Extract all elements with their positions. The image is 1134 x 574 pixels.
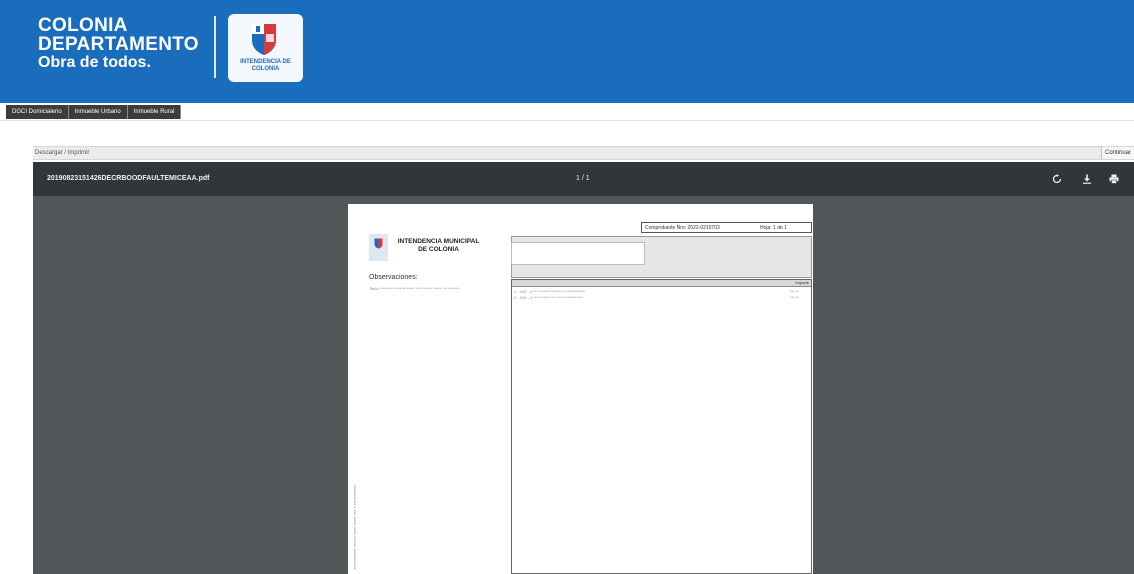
pdf-toolbar: 20190823151426DECRBOODFAULTEMICEAA.pdf 1… <box>33 162 1134 196</box>
site-header: COLONIA DEPARTAMENTO Obra de todos. INTE… <box>0 0 1134 103</box>
table-row-amount: ***.** <box>790 295 799 300</box>
brand-slogan: Obra de todos. <box>38 54 151 71</box>
table-row-amount: ***.** <box>790 289 799 294</box>
print-icon[interactable] <box>1109 174 1119 184</box>
coat-of-arms-icon <box>252 24 276 55</box>
comprobante-number: Comprobante Nro: 2022-0210703 <box>645 225 720 231</box>
header-white-box <box>511 242 645 265</box>
document-title-line-2: DE COLONIA <box>418 246 459 253</box>
tab-bar: DGCI Domicialerio Inmueble Urbano Inmueb… <box>6 105 182 119</box>
tab-inmueble-urbano[interactable]: Inmueble Urbano <box>69 105 128 119</box>
table-row: 1 - 100 - 4 *** ******* ********* ******… <box>514 289 585 294</box>
header-divider <box>214 16 216 78</box>
observaciones-title: Observaciones: <box>369 274 418 281</box>
intendencia-logo[interactable]: INTENDENCIA DE COLONIA <box>228 14 303 82</box>
observaciones-text: Titulo ********* ******* ***** *** *****… <box>369 286 460 291</box>
continue-button[interactable]: Continuar <box>1100 147 1134 159</box>
table-header: Importe <box>512 280 811 287</box>
items-table: Importe 1 - 100 - 4 *** ******* ********… <box>511 279 812 574</box>
tab-inmueble-rural[interactable]: Inmueble Rural <box>128 105 182 119</box>
pdf-viewer[interactable]: 20190823151426DECRBOODFAULTEMICEAA.pdf 1… <box>33 162 1134 574</box>
tab-dgci[interactable]: DGCI Domicialerio <box>6 105 69 119</box>
comprobante-box: Comprobante Nro: 2022-0210703 Hoja: 1 de… <box>641 222 812 233</box>
tab-underline <box>0 120 1134 121</box>
logo-caption: INTENDENCIA DE COLONIA <box>240 59 291 72</box>
page-indicator: 1 / 1 <box>576 175 590 182</box>
brand-line-1: COLONIA <box>38 15 128 36</box>
table-row: 2 - 100 - 4 *** ******* *** ***** ******… <box>514 295 583 300</box>
breadcrumb-text: Descargar / Imprimir <box>35 150 90 156</box>
pdf-filename: 20190823151426DECRBOODFAULTEMICEAA.pdf <box>47 175 210 182</box>
hoja-indicator: Hoja: 1 de 1 <box>760 225 787 231</box>
brand-wordmark[interactable]: COLONIA DEPARTAMENTO Obra de todos. <box>38 16 199 72</box>
breadcrumb: Descargar / Imprimir Continuar <box>33 146 1134 160</box>
document-title: INTENDENCIA MUNICIPAL DE COLONIA <box>396 238 481 254</box>
table-header-label: Importe <box>795 280 809 285</box>
rotate-icon[interactable] <box>1052 174 1062 184</box>
document-logo <box>369 234 388 261</box>
document-title-line-1: INTENDENCIA MUNICIPAL <box>397 238 480 245</box>
brand-line-2: DEPARTAMENTO <box>38 34 199 55</box>
download-icon[interactable] <box>1082 174 1092 184</box>
pdf-page: Comprobante Nro: 2022-0210703 Hoja: 1 de… <box>348 204 813 574</box>
coat-of-arms-icon <box>374 238 383 249</box>
vertical-note: ************ ****** ***** ***** *** * **… <box>353 484 358 569</box>
